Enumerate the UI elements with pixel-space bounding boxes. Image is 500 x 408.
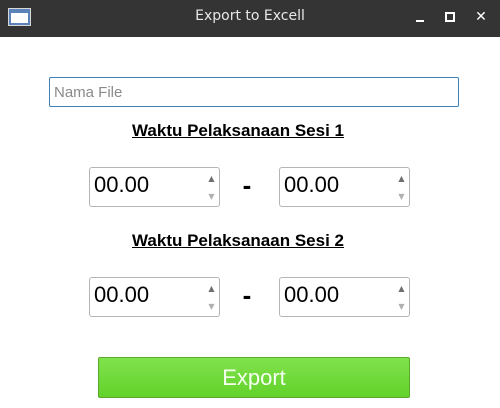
maximize-button[interactable] — [440, 8, 460, 26]
decrement-arrow-icon[interactable]: ▼ — [204, 187, 219, 205]
decrement-arrow-icon[interactable]: ▼ — [394, 187, 409, 205]
export-button[interactable]: Export — [98, 357, 410, 398]
increment-arrow-icon[interactable]: ▲ — [204, 169, 219, 187]
close-button[interactable]: ✕ — [471, 8, 491, 26]
session2-separator: - — [242, 280, 252, 310]
decrement-arrow-icon[interactable]: ▼ — [394, 297, 409, 315]
session2-start-spinbox[interactable]: 00.00 ▲ ▼ — [89, 277, 220, 317]
close-icon: ✕ — [475, 9, 487, 25]
session2-end-spinbox[interactable]: 00.00 ▲ ▼ — [279, 277, 410, 317]
increment-arrow-icon[interactable]: ▲ — [394, 279, 409, 297]
minimize-button[interactable] — [410, 8, 430, 26]
session1-start-value: 00.00 — [94, 172, 150, 197]
session2-start-value: 00.00 — [94, 282, 150, 307]
filename-input[interactable] — [49, 77, 459, 107]
session1-start-spinbox[interactable]: 00.00 ▲ ▼ — [89, 167, 220, 207]
decrement-arrow-icon[interactable]: ▼ — [204, 297, 219, 315]
maximize-icon — [445, 12, 455, 22]
session1-separator: - — [242, 170, 252, 200]
title-bar: Export to Excell ✕ — [0, 0, 500, 37]
minimize-icon — [416, 20, 424, 22]
session1-label: Waktu Pelaksanaan Sesi 1 — [132, 121, 344, 140]
increment-arrow-icon[interactable]: ▲ — [204, 279, 219, 297]
session2-label: Waktu Pelaksanaan Sesi 2 — [132, 231, 344, 250]
session2-end-value: 00.00 — [284, 282, 340, 307]
session1-end-spinbox[interactable]: 00.00 ▲ ▼ — [279, 167, 410, 207]
increment-arrow-icon[interactable]: ▲ — [394, 169, 409, 187]
session1-end-value: 00.00 — [284, 172, 340, 197]
